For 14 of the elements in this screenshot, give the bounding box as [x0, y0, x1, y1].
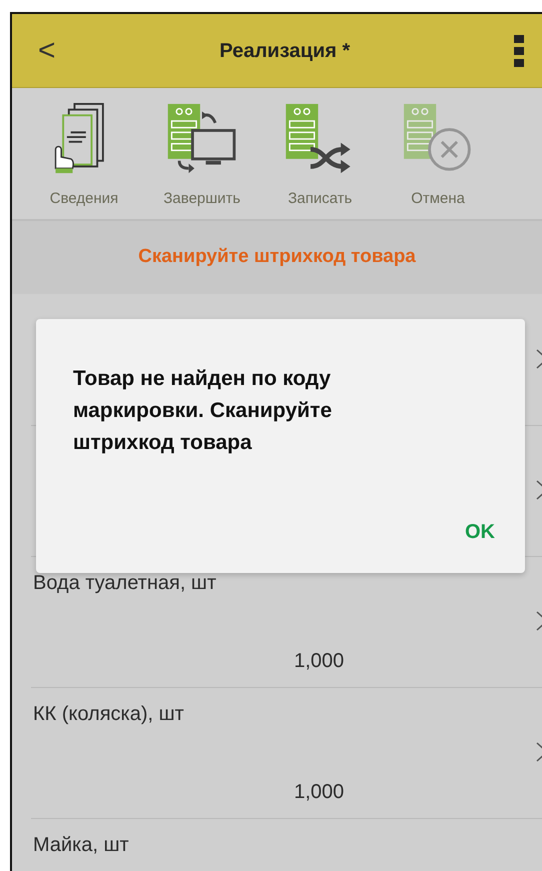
ok-button[interactable]: OK — [465, 517, 495, 547]
item-name: Вода туалетная, шт — [33, 571, 218, 596]
menu-icon[interactable] — [514, 34, 524, 66]
item-name: КК (коляска), шт — [33, 702, 185, 727]
item-quantity: 1,000 — [294, 780, 344, 805]
item-quantity: 1,000 — [294, 649, 344, 674]
dialog-message: Товар не найден по коду маркировки. Сканируйте штрихкод товара — [73, 366, 333, 456]
status-message: Сканируйте штрихкод товара — [12, 221, 542, 294]
screen-title: Реализация * — [220, 38, 350, 64]
toolbar-button[interactable]: Завершить — [146, 100, 258, 219]
item-name: Майка, шт — [33, 833, 130, 858]
back-button[interactable]: < — [38, 36, 56, 66]
toolbar-button[interactable]: Записать — [264, 100, 376, 219]
toolbar-button[interactable]: Сведения — [28, 100, 140, 219]
